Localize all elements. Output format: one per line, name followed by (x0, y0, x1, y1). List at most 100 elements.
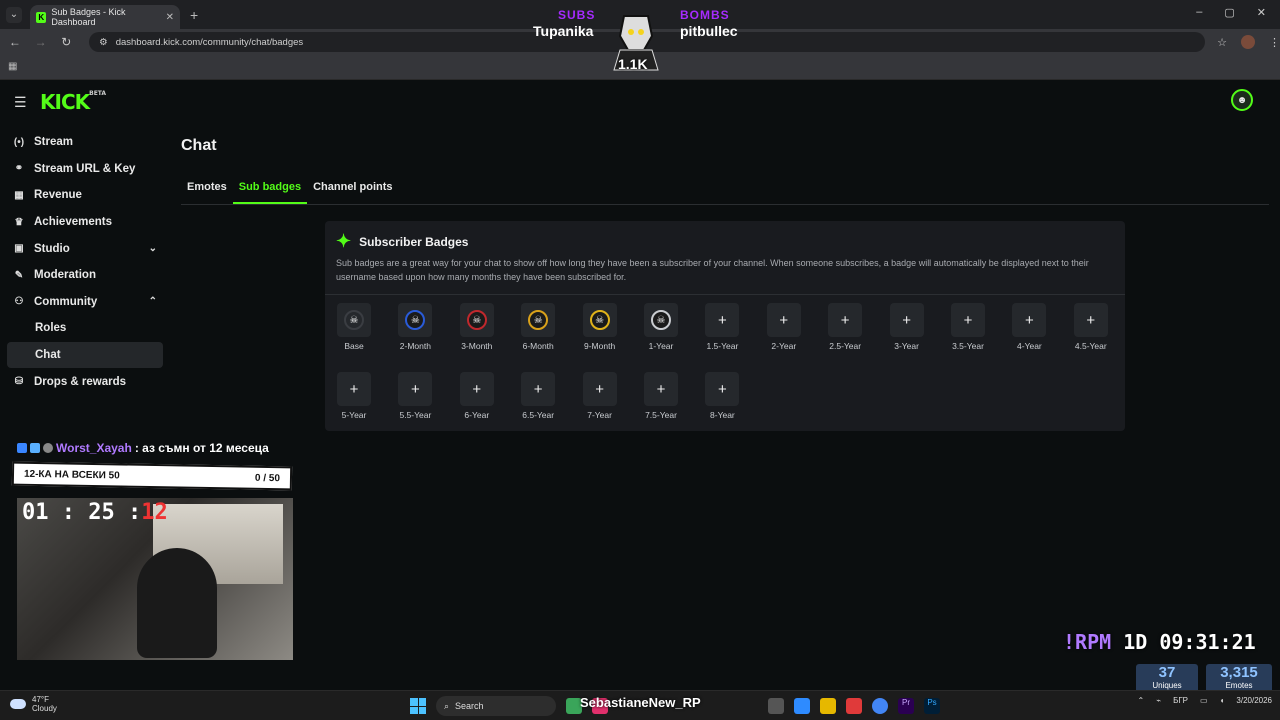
app-icon[interactable] (794, 698, 810, 714)
badge-image[interactable]: ☠ (459, 303, 494, 337)
badge-image[interactable]: ☠ (398, 303, 433, 337)
tray-chevron-icon[interactable]: ⌃ (1138, 696, 1145, 705)
badge-slot[interactable]: +8-Year (705, 372, 740, 420)
sidebar-item-drops-rewards[interactable]: ⛁ Drops & rewards (7, 368, 163, 395)
sidebar-item-roles[interactable]: Roles (7, 315, 163, 342)
apps-grid-icon[interactable]: ▦ (8, 61, 17, 72)
add-badge-button[interactable]: + (951, 303, 985, 337)
badge-image[interactable]: ☠ (337, 303, 371, 337)
language-indicator[interactable]: БГР (1173, 696, 1188, 705)
maximize-button[interactable]: ▢ (1224, 6, 1234, 19)
chat-badge-icon (17, 443, 27, 453)
badge-slot[interactable]: +5-Year (337, 372, 371, 420)
badge-image[interactable]: ☠ (582, 303, 617, 337)
badge-image[interactable]: ☠ (521, 303, 556, 337)
badge-slot[interactable]: +6-Year (459, 372, 494, 420)
sidebar-item-community[interactable]: ⚇ Community ⌃ (7, 289, 163, 316)
close-window-button[interactable]: ✕ (1257, 6, 1266, 19)
badge-slot[interactable]: ☠ 6-Month (521, 303, 556, 351)
badge-slot[interactable]: ☠ Base (337, 303, 371, 351)
badge-slot[interactable]: ☠ 9-Month (582, 303, 617, 351)
plus-icon: + (779, 311, 789, 329)
display-icon[interactable]: ▭ (1200, 696, 1208, 705)
photoshop-icon[interactable]: Ps (924, 698, 940, 714)
badge-image[interactable]: ☠ (644, 303, 678, 337)
tab-channel-points[interactable]: Channel points (307, 177, 398, 204)
add-badge-button[interactable]: + (889, 303, 924, 337)
tab-search-button[interactable]: ⌄ (6, 6, 22, 23)
tab-sub-badges[interactable]: Sub badges (232, 177, 308, 204)
add-badge-button[interactable]: + (398, 372, 433, 406)
add-badge-button[interactable]: + (521, 372, 556, 406)
weather-temp: 47°F (32, 695, 49, 704)
site-info-icon[interactable]: ⚙ (99, 37, 108, 48)
add-badge-button[interactable]: + (705, 372, 740, 406)
subscriber-badges-card: ✦ Subscriber Badges Sub badges are a gre… (325, 221, 1125, 431)
badge-slot[interactable]: +2-Year (766, 303, 801, 351)
app-icon[interactable] (820, 698, 836, 714)
badge-slot[interactable]: +5.5-Year (398, 372, 433, 420)
badge-label: 5-Year (341, 410, 367, 420)
add-badge-button[interactable]: + (766, 303, 801, 337)
forward-arrow-icon[interactable]: → (30, 35, 52, 49)
menu-icon[interactable]: ☰ (14, 94, 27, 111)
badge-slot[interactable]: ☠ 2-Month (398, 303, 433, 351)
date-text[interactable]: 3/20/2026 (1236, 696, 1272, 705)
user-avatar[interactable]: ☻ (1231, 89, 1253, 111)
tab-close-icon[interactable]: ✕ (166, 12, 174, 23)
sidebar-item-stream-url-key[interactable]: ⚭ Stream URL & Key (7, 156, 163, 183)
add-badge-button[interactable]: + (828, 303, 863, 337)
new-tab-button[interactable]: + (190, 7, 198, 23)
add-badge-button[interactable]: + (705, 303, 740, 337)
reload-icon[interactable]: ↻ (55, 35, 77, 49)
sidebar-item-achievements[interactable]: ♛ Achievements (7, 209, 163, 236)
browser-menu-icon[interactable]: ⋮ (1269, 36, 1280, 49)
kick-logo[interactable]: KICKBETA (40, 90, 106, 114)
sidebar-item-revenue[interactable]: ▦ Revenue (7, 182, 163, 209)
browser-tab[interactable]: K Sub Badges - Kick Dashboard ✕ (30, 5, 180, 29)
add-badge-button[interactable]: + (1012, 303, 1047, 337)
volume-icon[interactable]: ◖ (1220, 696, 1225, 705)
network-icon[interactable]: ⌁ (1156, 696, 1161, 705)
add-badge-button[interactable]: + (582, 372, 617, 406)
taskbar-search[interactable]: ⌕ Search (436, 696, 556, 716)
weather-widget[interactable]: 47°F Cloudy (10, 695, 57, 713)
sidebar-item-studio[interactable]: ▣ Studio ⌄ (7, 235, 163, 262)
tab-emotes[interactable]: Emotes (181, 177, 233, 204)
add-badge-button[interactable]: + (1073, 303, 1108, 337)
badge-slot[interactable]: +3-Year (889, 303, 924, 351)
back-arrow-icon[interactable]: ← (4, 35, 26, 49)
profile-avatar[interactable] (1240, 35, 1255, 49)
badge-slot[interactable]: +4-Year (1012, 303, 1047, 351)
add-badge-button[interactable]: + (337, 372, 371, 406)
premiere-icon[interactable]: Pr (898, 698, 914, 714)
sidebar-item-chat[interactable]: Chat (7, 341, 163, 369)
chevron-down-icon[interactable]: ⌄ (149, 243, 157, 254)
chevron-up-icon[interactable]: ⌃ (149, 296, 157, 307)
stream-chat-line: Worst_Xayah : аз съмн от 12 месеца (17, 441, 269, 455)
minimize-button[interactable]: – (1196, 6, 1202, 19)
sidebar-item-moderation[interactable]: ✎ Moderation (7, 262, 163, 289)
sidebar-item-stream[interactable]: (•) Stream (7, 129, 163, 156)
windows-start-icon[interactable] (410, 698, 426, 714)
badge-slot[interactable]: +3.5-Year (951, 303, 985, 351)
badge-slot[interactable]: +2.5-Year (828, 303, 863, 351)
chrome-icon[interactable] (872, 698, 888, 714)
badge-slot[interactable]: +1.5-Year (705, 303, 740, 351)
badge-slot[interactable]: +6.5-Year (521, 372, 556, 420)
bookmark-star-icon[interactable]: ☆ (1217, 36, 1227, 49)
badge-slot[interactable]: +7-Year (582, 372, 617, 420)
badge-slot[interactable]: ☠ 1-Year (644, 303, 678, 351)
stream-timer: 01 : 25 :12 (22, 500, 168, 525)
app-icon[interactable] (768, 698, 784, 714)
mascot-count: 1.1K (618, 56, 648, 72)
add-badge-button[interactable]: + (459, 372, 494, 406)
badge-slot[interactable]: ☠ 3-Month (459, 303, 494, 351)
app-icon[interactable] (846, 698, 862, 714)
card-title: Subscriber Badges (359, 234, 469, 249)
badge-slot[interactable]: +4.5-Year (1073, 303, 1108, 351)
add-badge-button[interactable]: + (644, 372, 678, 406)
badge-slot[interactable]: +7.5-Year (644, 372, 678, 420)
wrench-icon: ✎ (14, 269, 24, 281)
badge-label: 6-Month (522, 341, 554, 351)
